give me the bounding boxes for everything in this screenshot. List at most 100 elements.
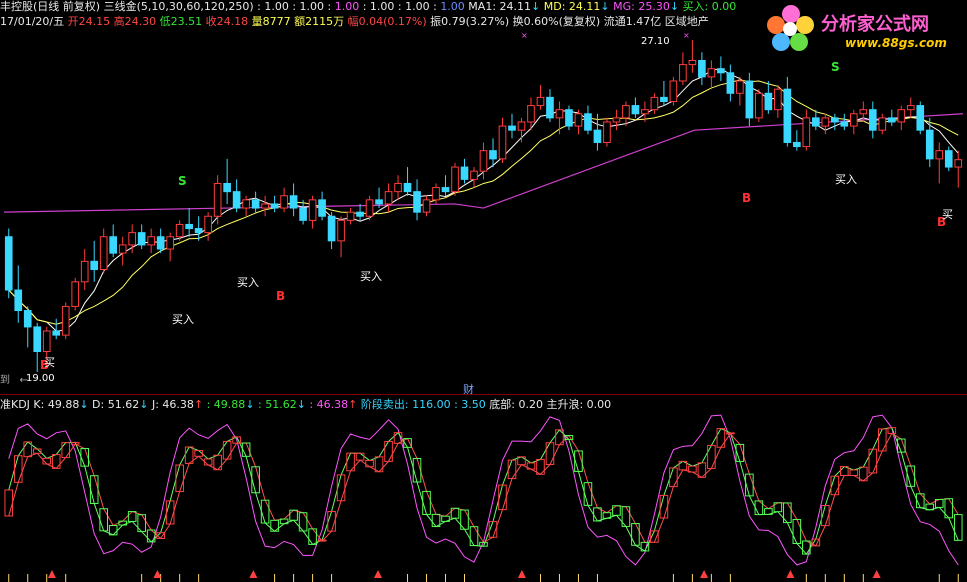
kdj-bar-38 bbox=[365, 460, 374, 468]
quote-segment-5: 量8777 bbox=[248, 15, 291, 28]
candle-body-76 bbox=[726, 72, 735, 94]
kdj-segment-1: ↓ bbox=[79, 398, 89, 411]
kdj-bar-0 bbox=[4, 489, 14, 517]
candle-body-36 bbox=[346, 211, 355, 221]
candle-body-80 bbox=[764, 92, 773, 111]
header-segment-7: MD: 24.11 bbox=[540, 0, 601, 13]
quote-segment-0: 17/01/20/五 bbox=[0, 15, 68, 28]
stock-chart-canvas[interactable]: × × bbox=[0, 0, 967, 582]
note-signal-6: 买 bbox=[44, 356, 55, 369]
kdj-bar-40 bbox=[384, 440, 393, 462]
candle-body-63 bbox=[603, 121, 611, 143]
candle-body-47 bbox=[451, 166, 459, 193]
candle-body-83 bbox=[793, 141, 801, 148]
candle-body-56 bbox=[536, 96, 545, 107]
quote-segment-6: 额2115万 bbox=[290, 15, 345, 28]
kdj-segment-8: : 51.62 bbox=[254, 398, 297, 411]
kdj-bar-9 bbox=[89, 475, 99, 504]
candle-body-17 bbox=[166, 236, 174, 250]
candle-body-73 bbox=[698, 59, 706, 78]
candle-body-8 bbox=[80, 260, 89, 283]
kdj-segment-15: 主升浪: 0.00 bbox=[542, 398, 612, 411]
kdj-k-line bbox=[8, 427, 959, 555]
candle-body-71 bbox=[679, 64, 687, 82]
quote-segment-4: 收24.18 bbox=[202, 15, 249, 28]
candle-body-89 bbox=[849, 113, 858, 127]
quote-segment-7: 幅0.04(0.17%) bbox=[344, 15, 427, 28]
candle-body-52 bbox=[498, 125, 507, 160]
candle-body-27 bbox=[261, 203, 269, 209]
kdj-segment-7: ↓ bbox=[245, 398, 255, 411]
candle-body-88 bbox=[840, 121, 849, 127]
candle-body-82 bbox=[783, 88, 792, 143]
kdj-bar-43 bbox=[412, 457, 422, 483]
candle-body-99 bbox=[944, 150, 953, 168]
kdj-segment-6: : 49.88 bbox=[203, 398, 246, 411]
candle-body-5 bbox=[52, 330, 61, 336]
kdj-bar-91 bbox=[868, 448, 878, 474]
candle-body-94 bbox=[897, 109, 906, 123]
candle-body-18 bbox=[175, 223, 184, 238]
quote-segment-9: 换0.60%(复复权) bbox=[509, 15, 601, 28]
kdj-bar-100 bbox=[953, 514, 963, 541]
kdj-bar-18 bbox=[175, 464, 184, 493]
kdj-bar-33 bbox=[317, 539, 327, 542]
header-segment-0: 丰控股(日线 前复权) 三线金(5,10,30,60,120,250) bbox=[0, 0, 254, 13]
candle-body-58 bbox=[555, 109, 564, 119]
quote-segment-11: 区域地产 bbox=[661, 15, 709, 28]
candle-body-84 bbox=[802, 117, 811, 148]
panel-divider bbox=[0, 394, 967, 395]
candle-body-92 bbox=[878, 117, 887, 131]
header-segment-11: 买入: 0.00 bbox=[679, 0, 737, 13]
site-logo: 分析家公式网 www.88gs.com bbox=[757, 0, 967, 60]
candle-body-37 bbox=[356, 211, 364, 217]
candle-body-40 bbox=[384, 191, 393, 205]
candle-body-69 bbox=[660, 96, 668, 102]
candle-body-1 bbox=[14, 289, 23, 312]
kdj-bar-44 bbox=[422, 490, 431, 515]
kdj-bar-5 bbox=[51, 454, 61, 469]
kdj-bar-89 bbox=[849, 469, 859, 476]
kdj-bar-49 bbox=[469, 526, 479, 547]
kdj-segment-12: 阶段卖出: 116.00 bbox=[357, 398, 451, 411]
candle-body-60 bbox=[574, 113, 583, 127]
note-signal-7: 买入 bbox=[237, 276, 259, 289]
quote-segment-1: 开24.15 bbox=[67, 15, 111, 28]
kdj-bar-37 bbox=[355, 452, 365, 461]
kdj-bar-26 bbox=[251, 466, 260, 494]
kdj-bar-17 bbox=[165, 500, 175, 525]
low-price-prefix: 到 ← bbox=[0, 375, 28, 386]
logo-url: www.88gs.com bbox=[845, 36, 947, 50]
candle-body-98 bbox=[935, 150, 944, 160]
candle-body-38 bbox=[365, 199, 374, 217]
kdj-bar-61 bbox=[583, 482, 593, 506]
candle-body-95 bbox=[906, 105, 915, 111]
candle-body-14 bbox=[137, 232, 146, 246]
candle-body-15 bbox=[147, 236, 155, 246]
kdj-segment-13: : 3.50 bbox=[450, 398, 486, 411]
candle-body-12 bbox=[118, 244, 127, 254]
kdj-bar-83 bbox=[792, 518, 802, 544]
candle-body-31 bbox=[299, 207, 307, 221]
candle-body-28 bbox=[270, 203, 279, 209]
candle-body-32 bbox=[308, 199, 317, 221]
chart-header-quote: 17/01/20/五 开24.15 高24.30 低23.51 收24.18 量… bbox=[0, 15, 709, 28]
header-segment-2: 1.00 bbox=[334, 0, 360, 13]
quote-segment-2: 高24.30 bbox=[110, 15, 157, 28]
buy-signal-4: B bbox=[742, 191, 752, 205]
logo-text: 分析家公式网 bbox=[821, 14, 929, 35]
candle-body-42 bbox=[403, 182, 412, 193]
kdj-bar-74 bbox=[707, 444, 716, 469]
kdj-bar-75 bbox=[716, 428, 726, 448]
kdj-bar-76 bbox=[726, 432, 735, 435]
candle-body-3 bbox=[33, 326, 42, 353]
quote-segment-3: 低23.51 bbox=[156, 15, 203, 28]
kdj-segment-4: J: 46.38 bbox=[148, 398, 194, 411]
candle-body-87 bbox=[830, 117, 839, 123]
candle-body-66 bbox=[631, 105, 640, 115]
header-segment-1: : 1.00 : 1.00 : bbox=[253, 0, 335, 13]
candle-body-24 bbox=[232, 191, 241, 209]
candle-body-54 bbox=[517, 121, 526, 131]
kdj-segment-5: ↑ bbox=[193, 398, 204, 411]
kdj-arrow-icon-6 bbox=[786, 570, 795, 578]
